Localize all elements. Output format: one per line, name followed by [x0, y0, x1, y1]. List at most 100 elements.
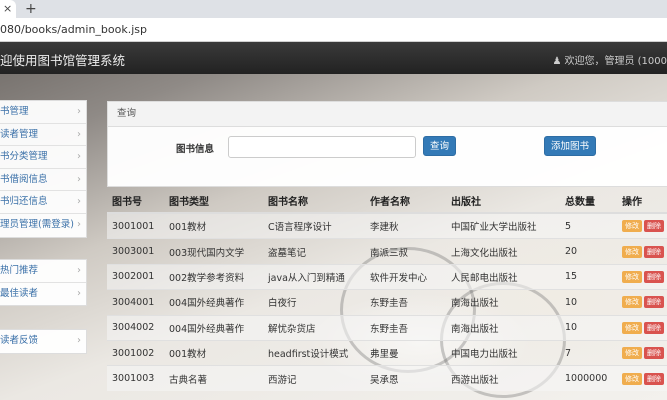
- column-header: 作者名称: [365, 188, 446, 214]
- table-cell: 002教学参考资料: [164, 263, 263, 290]
- edit-button[interactable]: 修改: [622, 347, 642, 360]
- app-title[interactable]: 迎使用图书馆管理系统: [0, 50, 125, 69]
- top-navbar: 迎使用图书馆管理系统 ♟ 欢迎您，管理员 (1000: [0, 42, 667, 74]
- edit-button[interactable]: 修改: [622, 245, 642, 258]
- sidebar-item-label: 最佳读者: [0, 287, 39, 299]
- table-cell: 南派三叔: [365, 238, 446, 265]
- table-cell: headfirst设计模式: [263, 339, 365, 366]
- browser-tab[interactable]: ×: [0, 0, 16, 18]
- table-cell: 15: [560, 263, 617, 290]
- chevron-right-icon: ›: [77, 335, 81, 346]
- add-book-button[interactable]: 添加图书: [544, 136, 596, 156]
- actions-cell: 修改 删除: [617, 289, 667, 316]
- actions-cell: 修改 删除: [617, 238, 667, 265]
- delete-button[interactable]: 删除: [644, 296, 664, 309]
- table-cell: 弗里曼: [365, 339, 446, 366]
- column-header: 总数量: [560, 188, 617, 214]
- sidebar-item[interactable]: 读者反馈 ›: [0, 330, 86, 353]
- sidebar-group-management: 书管理 › 读者管理 › 书分类管理 › 书借阅信息 › 书归还信息 › 理员管理(需登录) ›: [0, 100, 87, 238]
- delete-button[interactable]: 删除: [644, 270, 664, 283]
- table-cell: 上海文化出版社: [446, 238, 560, 265]
- table-cell: 1000000: [560, 365, 617, 391]
- table-cell: 西游记: [263, 365, 365, 391]
- table-cell: C语言程序设计: [263, 212, 365, 239]
- column-header: 图书名称: [263, 188, 365, 214]
- sidebar-item[interactable]: 热门推荐 ›: [0, 260, 86, 283]
- table-cell: 3004002: [107, 314, 164, 341]
- chevron-right-icon: ›: [77, 106, 81, 117]
- user-menu[interactable]: ♟ 欢迎您，管理员 (1000: [553, 52, 667, 67]
- table-cell: 5: [560, 212, 617, 239]
- chevron-right-icon: ›: [77, 173, 81, 185]
- panel-header: 查询: [108, 102, 667, 127]
- user-icon: ♟: [552, 56, 562, 67]
- sidebar-item[interactable]: 书分类管理 ›: [0, 146, 86, 169]
- address-bar[interactable]: 080/books/admin_book.jsp: [0, 18, 667, 42]
- sidebar-item-label: 书归还信息: [0, 196, 48, 208]
- delete-button[interactable]: 删除: [644, 245, 664, 258]
- table-cell: 10: [560, 289, 617, 316]
- delete-button[interactable]: 删除: [644, 220, 664, 233]
- sidebar-item-label: 理员管理(需登录): [0, 218, 74, 230]
- column-header: 图书类型: [164, 188, 263, 214]
- edit-button[interactable]: 修改: [622, 270, 642, 283]
- sidebar-item[interactable]: 理员管理(需登录) ›: [0, 214, 86, 237]
- edit-button[interactable]: 修改: [622, 372, 642, 385]
- sidebar-item[interactable]: 书归还信息 ›: [0, 191, 86, 214]
- sidebar-item[interactable]: 书管理 ›: [0, 101, 86, 124]
- book-table: 图书号 图书类型 图书名称 作者名称 出版社 总数量 操作 3001001 001教材 C语言程…: [107, 188, 667, 391]
- book-search-input[interactable]: [228, 136, 416, 158]
- sidebar-item[interactable]: 书借阅信息 ›: [0, 169, 86, 192]
- delete-button[interactable]: 删除: [644, 321, 664, 334]
- table-cell: 3001001: [107, 212, 164, 239]
- close-icon[interactable]: ×: [3, 2, 12, 15]
- edit-button[interactable]: 修改: [622, 321, 642, 334]
- table-cell: 中国电力出版社: [446, 339, 560, 366]
- book-info-label: 图书信息: [176, 144, 215, 155]
- url-text[interactable]: 080/books/admin_book.jsp: [0, 23, 147, 36]
- chevron-right-icon: ›: [77, 218, 81, 230]
- sidebar-group-recommend: 热门推荐 › 最佳读者 ›: [0, 259, 87, 307]
- actions-cell: 修改 删除: [617, 339, 667, 366]
- actions-cell: 修改 删除: [617, 263, 667, 290]
- table-cell: 西游出版社: [446, 365, 560, 391]
- table-cell: 003现代国内文学: [164, 238, 263, 265]
- search-button[interactable]: 查询: [423, 136, 456, 156]
- new-tab-button[interactable]: +: [25, 0, 37, 18]
- sidebar-group-feedback: 读者反馈 ›: [0, 329, 87, 354]
- column-header: 操作: [617, 188, 667, 214]
- table-cell: 古典名著: [164, 365, 263, 391]
- table-cell: 南海出版社: [446, 289, 560, 316]
- delete-button[interactable]: 删除: [644, 347, 664, 360]
- sidebar-item[interactable]: 读者管理 ›: [0, 124, 86, 147]
- table-cell: 李建秋: [365, 212, 446, 239]
- table-cell: 3002001: [107, 263, 164, 290]
- table-row: 3004002 004国外经典著作 解忧杂货店 东野圭吾 南海出版社 10 修改 删除: [107, 314, 667, 341]
- table-cell: 10: [560, 314, 617, 341]
- column-header: 图书号: [107, 188, 164, 214]
- table-row: 3002001 002教学参考资料 java从入门到精通 软件开发中心 人民邮电出版社 1…: [107, 263, 667, 290]
- sidebar-item-label: 书借阅信息: [0, 173, 48, 185]
- browser-tab-strip: × +: [0, 0, 667, 18]
- chevron-right-icon: ›: [77, 196, 81, 208]
- table-cell: 盗墓笔记: [263, 238, 365, 265]
- table-cell: 7: [560, 339, 617, 366]
- table-row: 3003001 003现代国内文学 盗墓笔记 南派三叔 上海文化出版社 20 修改 删除: [107, 238, 667, 265]
- sidebar-item[interactable]: 最佳读者 ›: [0, 283, 86, 306]
- table-cell: 吴承恩: [365, 365, 446, 391]
- edit-button[interactable]: 修改: [622, 220, 642, 233]
- edit-button[interactable]: 修改: [622, 296, 642, 309]
- table-row: 3001003 古典名著 西游记 吴承恩 西游出版社 1000000 修改 删除: [107, 365, 667, 391]
- chevron-right-icon: ›: [77, 265, 81, 276]
- table-cell: 20: [560, 238, 617, 265]
- table-cell: 004国外经典著作: [164, 289, 263, 316]
- table-row: 3001001 001教材 C语言程序设计 李建秋 中国矿业大学出版社 5 修改 删除: [107, 212, 667, 239]
- table-header-row: 图书号 图书类型 图书名称 作者名称 出版社 总数量 操作: [107, 188, 667, 214]
- table-cell: 3001003: [107, 365, 164, 391]
- sidebar-item-label: 书分类管理: [0, 151, 48, 163]
- chevron-right-icon: ›: [77, 128, 81, 140]
- delete-button[interactable]: 删除: [644, 372, 664, 385]
- table-cell: 004国外经典著作: [164, 314, 263, 341]
- actions-cell: 修改 删除: [617, 212, 667, 239]
- table-cell: 3004001: [107, 289, 164, 316]
